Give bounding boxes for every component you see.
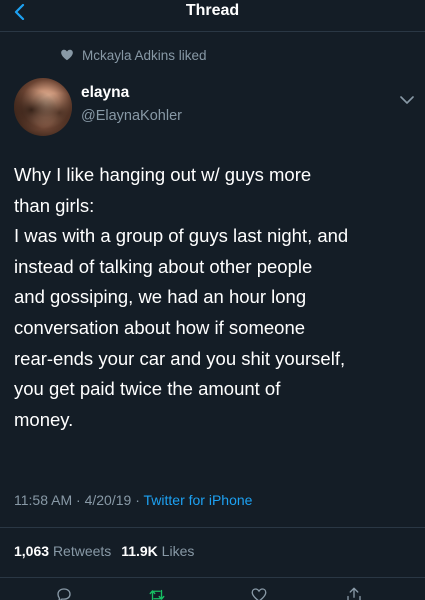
avatar-photo: [14, 78, 72, 136]
tweet-line: instead of talking about other people: [14, 255, 313, 277]
tweet-action-bar: [0, 582, 425, 600]
tweet-metadata: 11:58 AM · 4/20/19 · Twitter for iPhone: [14, 492, 252, 508]
heart-icon: [60, 48, 74, 62]
share-icon[interactable]: [345, 586, 363, 600]
tweet-line: rear-ends your car and you shit yourself…: [14, 347, 346, 369]
likes-label: Likes: [161, 543, 195, 559]
meta-separator: ·: [76, 492, 81, 508]
tweet-thread-screen: Thread Mckayla Adkins liked elayna @Elay…: [0, 0, 425, 600]
tweet-line: I was with a group of guys last night, a…: [14, 225, 349, 247]
social-context-text: Mckayla Adkins liked: [82, 47, 207, 63]
user-display-name[interactable]: elayna: [81, 84, 129, 102]
tweet-line: money.: [14, 408, 74, 430]
tweet-text: Why I like hanging out w/ guys more than…: [14, 160, 414, 435]
like-icon[interactable]: [250, 586, 268, 600]
nav-divider: [0, 31, 425, 32]
meta-separator: ·: [135, 492, 140, 508]
tweet-line: you get paid twice the amount of: [14, 378, 281, 400]
likes-count: 11.9K: [121, 543, 158, 559]
retweet-icon[interactable]: [148, 586, 166, 600]
tweet-line: Why I like hanging out w/ guys more: [14, 164, 312, 185]
tweet-line: and gossiping, we had an hour long: [14, 286, 307, 308]
chevron-down-icon[interactable]: [400, 92, 414, 104]
retweets-count: 1,063: [14, 543, 50, 559]
likes-stat[interactable]: 11.9K Likes: [121, 543, 200, 559]
tweet-time: 11:58 AM: [14, 492, 73, 508]
stats-top-divider: [0, 527, 425, 528]
stats-bottom-divider: [0, 577, 425, 578]
user-handle[interactable]: @ElaynaKohler: [81, 108, 182, 124]
social-context[interactable]: Mckayla Adkins liked: [60, 45, 207, 65]
tweet-line: than girls:: [14, 194, 95, 216]
avatar[interactable]: [14, 78, 72, 136]
retweets-stat[interactable]: 1,063 Retweets: [14, 543, 121, 559]
page-title: Thread: [185, 2, 240, 19]
tweet-line: conversation about how if someone: [14, 316, 306, 338]
retweets-label: Retweets: [52, 543, 112, 559]
nav-bar: Thread: [0, 0, 425, 30]
tweet-source-link[interactable]: Twitter for iPhone: [144, 492, 253, 508]
reply-icon[interactable]: [55, 586, 73, 600]
tweet-stats: 1,063 Retweets 11.9K Likes: [14, 543, 200, 559]
tweet-date: 4/20/19: [84, 492, 132, 508]
